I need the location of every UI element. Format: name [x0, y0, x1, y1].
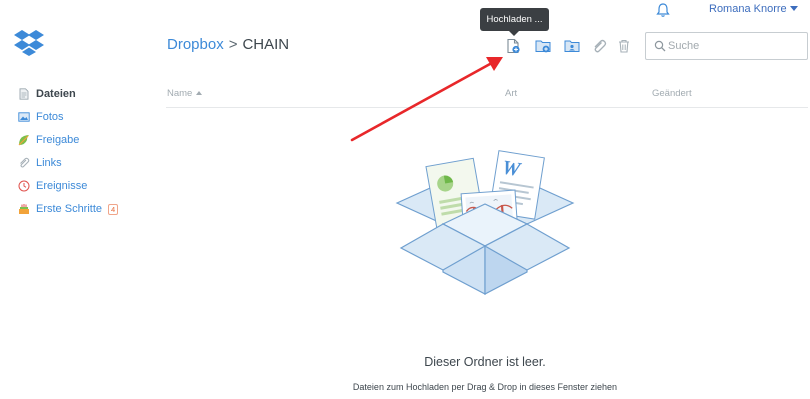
sidebar-item-label: Erste Schritte: [36, 203, 103, 215]
breadcrumb-separator: >: [228, 36, 238, 53]
trash-icon[interactable]: [616, 38, 632, 54]
sidebar-item-label: Freigabe: [36, 134, 80, 146]
user-menu[interactable]: Romana Knorre: [709, 3, 798, 15]
events-icon: [18, 180, 30, 192]
breadcrumb: Dropbox > CHAIN: [167, 36, 289, 53]
sidebar-item-label: Dateien: [36, 88, 76, 100]
user-name: Romana Knorre: [709, 3, 787, 15]
tooltip-arrow: [509, 31, 519, 36]
sidebar-item-label: Fotos: [36, 111, 64, 123]
sidebar-item-sharing[interactable]: Freigabe: [18, 131, 128, 149]
chevron-down-icon: [789, 6, 798, 11]
links-icon: [20, 157, 30, 168]
sidebar-item-events[interactable]: Ereignisse: [18, 177, 128, 195]
search-icon: [654, 40, 666, 52]
column-header-label: Name: [167, 88, 193, 99]
bell-icon[interactable]: [655, 2, 671, 18]
dropbox-logo-icon[interactable]: [13, 29, 45, 57]
sharing-icon: [18, 135, 29, 146]
sidebar-item-links[interactable]: Links: [18, 154, 128, 172]
empty-box-illustration: W: [395, 150, 575, 295]
search-input[interactable]: [668, 38, 803, 54]
upload-tooltip: Hochladen ...: [480, 8, 549, 31]
get-started-icon: [19, 204, 29, 214]
breadcrumb-root-link[interactable]: Dropbox: [167, 36, 224, 53]
breadcrumb-current: CHAIN: [242, 36, 290, 53]
annotation-arrow: [350, 57, 503, 142]
link-icon[interactable]: [591, 38, 607, 54]
sidebar-item-label: Links: [36, 157, 62, 169]
search-box[interactable]: [645, 32, 808, 60]
new-folder-icon[interactable]: [535, 38, 551, 54]
empty-folder-hint: Dateien zum Hochladen per Drag & Drop in…: [352, 382, 618, 392]
empty-folder-title: Dieser Ordner ist leer.: [424, 355, 546, 369]
files-icon: [19, 88, 29, 100]
sidebar-item-photos[interactable]: Fotos: [18, 108, 128, 126]
column-header-name[interactable]: Name: [167, 88, 203, 99]
sidebar-item-label: Ereignisse: [36, 180, 88, 192]
photos-icon: [18, 112, 30, 122]
shared-folder-icon[interactable]: [564, 38, 580, 54]
column-header-modified[interactable]: Geändert: [652, 88, 692, 99]
column-header-label: Geändert: [652, 88, 692, 99]
sort-ascending-icon: [196, 91, 203, 95]
sidebar-item-get-started[interactable]: Erste Schritte 4: [18, 200, 128, 218]
count-badge: 4: [108, 203, 119, 215]
sidebar-item-files[interactable]: Dateien: [18, 85, 128, 103]
